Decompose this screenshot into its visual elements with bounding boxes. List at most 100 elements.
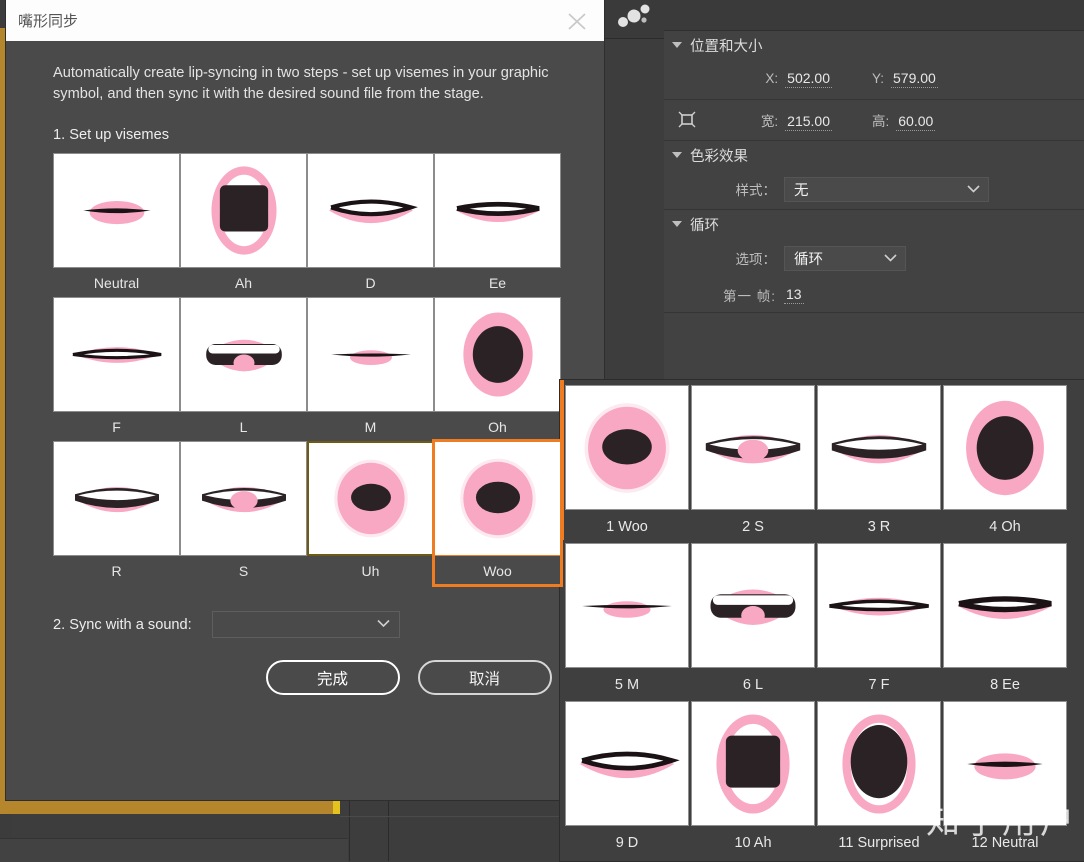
section-position-size-header[interactable]: 位置和大小 <box>664 31 1084 59</box>
viseme-frame-12[interactable]: 12 Neutral <box>942 701 1068 859</box>
height-value[interactable]: 60.00 <box>896 113 936 131</box>
viseme-cell-r[interactable]: R <box>53 441 180 585</box>
row-first-frame: 第一 帧: 13 <box>664 278 1084 312</box>
viseme-frame-1[interactable]: 1 Woo <box>564 385 690 543</box>
first-frame-value[interactable]: 13 <box>784 286 804 304</box>
viseme-cell-ee[interactable]: Ee <box>434 153 561 297</box>
viseme-frame-thumb-r-icon <box>817 385 941 510</box>
viseme-frame-label: 12 Neutral <box>971 834 1039 851</box>
viseme-cell-m[interactable]: M <box>307 297 434 441</box>
field-height: 高: 60.00 <box>832 110 1022 131</box>
viseme-frame-label: 5 M <box>614 676 640 693</box>
viseme-frame-label: 11 Surprised <box>838 834 920 851</box>
viseme-label: Woo <box>434 556 561 585</box>
sync-row: 2. Sync with a sound: <box>53 611 574 638</box>
link-constrain-icon[interactable] <box>672 109 702 131</box>
viseme-frame-5[interactable]: 5 M <box>564 543 690 701</box>
viseme-label: Uh <box>307 556 434 585</box>
viseme-frame-thumb-l-icon <box>691 543 815 668</box>
background-divider-horizontal-2 <box>340 816 560 817</box>
viseme-thumb-l-icon <box>180 297 307 412</box>
viseme-thumb-ah-icon <box>180 153 307 268</box>
viseme-frame-thumb-s-icon <box>691 385 815 510</box>
viseme-frame-label: 9 D <box>615 834 639 851</box>
chevron-down-icon <box>884 254 897 263</box>
viseme-cell-uh[interactable]: Uh <box>307 441 434 585</box>
loop-option-value: 循环 <box>794 251 823 268</box>
viseme-frame-3[interactable]: 3 R <box>816 385 942 543</box>
viseme-thumb-d-icon <box>307 153 434 268</box>
viseme-cell-ah[interactable]: Ah <box>180 153 307 297</box>
viseme-label: M <box>307 412 434 441</box>
viseme-cell-s[interactable]: S <box>180 441 307 585</box>
viseme-cell-neutral[interactable]: Neutral <box>53 153 180 297</box>
viseme-frame-7[interactable]: 7 F <box>816 543 942 701</box>
viseme-frame-label: 2 S <box>742 518 764 535</box>
viseme-strip-grid: 1 Woo 2 S 3 R 4 Oh 5 M 6 L 7 F 8 Ee 9 D <box>560 380 1084 859</box>
viseme-frame-11[interactable]: 11 Surprised <box>816 701 942 859</box>
viseme-frame-thumb-surprised-icon <box>817 701 941 826</box>
viseme-cell-l[interactable]: L <box>180 297 307 441</box>
viseme-thumb-oh-icon <box>434 297 561 412</box>
style-select[interactable]: 无 <box>784 176 989 202</box>
chevron-down-icon <box>967 185 980 194</box>
viseme-label: Neutral <box>53 268 180 297</box>
background-bottom-panel <box>0 838 348 862</box>
dialog-button-row: 完成 取消 <box>53 660 574 695</box>
viseme-frame-2[interactable]: 2 S <box>690 385 816 543</box>
properties-panel: 位置和大小 X: 502.00 Y: 579.00 宽: 215.00 高: 6… <box>664 0 1084 383</box>
lip-sync-dialog: 嘴形同步 Automatically create lip-syncing in… <box>6 0 604 800</box>
row-style: 样式： 无 <box>664 169 1084 209</box>
dialog-body: Automatically create lip-syncing in two … <box>6 41 604 695</box>
close-icon[interactable] <box>560 8 594 34</box>
section-loop-title: 循环 <box>690 217 719 234</box>
viseme-cell-d[interactable]: D <box>307 153 434 297</box>
viseme-thumb-woo-icon <box>434 441 561 556</box>
viseme-cell-f[interactable]: F <box>53 297 180 441</box>
viseme-cell-woo[interactable]: Woo <box>432 439 563 587</box>
x-label: X: <box>765 71 779 86</box>
viseme-label: S <box>180 556 307 585</box>
viseme-frame-thumb-woo-icon <box>565 385 689 510</box>
section-color-effect-title: 色彩效果 <box>690 148 748 165</box>
loop-option-select[interactable]: 循环 <box>784 245 906 271</box>
y-value[interactable]: 579.00 <box>891 70 938 88</box>
viseme-cell-oh[interactable]: Oh <box>434 297 561 441</box>
dialog-description: Automatically create lip-syncing in two … <box>53 65 549 102</box>
width-label: 宽: <box>760 113 779 129</box>
viseme-frame-label: 3 R <box>867 518 891 535</box>
viseme-frame-8[interactable]: 8 Ee <box>942 543 1068 701</box>
width-value[interactable]: 215.00 <box>785 113 832 131</box>
viseme-frame-label: 10 Ah <box>734 834 772 851</box>
chevron-down-icon <box>672 42 682 48</box>
viseme-frame-4[interactable]: 4 Oh <box>942 385 1068 543</box>
viseme-frame-6[interactable]: 6 L <box>690 543 816 701</box>
viseme-frame-9[interactable]: 9 D <box>564 701 690 859</box>
loop-option-label: 选项： <box>735 252 777 267</box>
app-root: 位置和大小 X: 502.00 Y: 579.00 宽: 215.00 高: 6… <box>0 0 1084 862</box>
viseme-frame-thumb-d-icon <box>565 701 689 826</box>
viseme-frame-label: 1 Woo <box>606 518 648 535</box>
viseme-frame-thumb-ah-icon <box>691 701 815 826</box>
cancel-button[interactable]: 取消 <box>417 660 552 695</box>
object-icon-well[interactable] <box>604 0 665 39</box>
x-value[interactable]: 502.00 <box>785 70 832 88</box>
viseme-frame-thumb-m-icon <box>565 543 689 668</box>
viseme-strip-panel: 1 Woo 2 S 3 R 4 Oh 5 M 6 L 7 F 8 Ee 9 D <box>560 380 1084 861</box>
section-loop-header[interactable]: 循环 <box>664 210 1084 238</box>
viseme-frame-10[interactable]: 10 Ah <box>690 701 816 859</box>
row-width-height: 宽: 215.00 高: 60.00 <box>664 100 1084 140</box>
row-loop-option: 选项： 循环 <box>664 238 1084 278</box>
field-x: X: 502.00 <box>672 70 832 88</box>
viseme-frame-thumb-oh-icon <box>943 385 1067 510</box>
section-color-effect-header[interactable]: 色彩效果 <box>664 141 1084 169</box>
done-button[interactable]: 完成 <box>265 660 400 695</box>
object-dots-icon <box>618 4 650 27</box>
viseme-grid: Neutral Ah D Ee F L M Oh R S Uh Woo <box>53 153 563 587</box>
sound-select[interactable] <box>211 611 400 638</box>
y-label: Y: <box>872 71 885 86</box>
viseme-thumb-neutral-icon <box>53 153 180 268</box>
viseme-thumb-r-icon <box>53 441 180 556</box>
viseme-frame-thumb-f-icon <box>817 543 941 668</box>
chevron-down-icon <box>377 619 390 628</box>
